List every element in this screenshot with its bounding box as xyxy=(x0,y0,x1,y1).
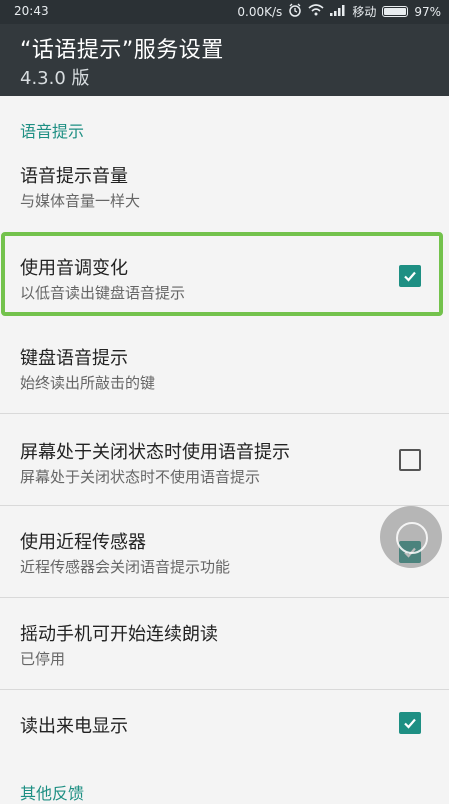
version-subtitle: 4.3.0 版 xyxy=(20,68,90,89)
section-header-voice-hint: 语音提示 xyxy=(20,122,85,141)
pref-label: 键盘语音提示 xyxy=(20,348,128,369)
pref-label: 使用音调变化 xyxy=(20,258,128,279)
pref-voice-volume[interactable]: 语音提示音量 与媒体音量一样大 xyxy=(0,152,449,222)
pref-summary: 已停用 xyxy=(20,650,66,668)
page-title: “话语提示”服务设置 xyxy=(20,38,224,63)
status-time: 20:43 xyxy=(14,4,49,18)
touch-ring-icon xyxy=(396,522,428,554)
pref-pitch-change[interactable]: 使用音调变化 以低音读出键盘语音提示 xyxy=(0,240,449,310)
check-icon xyxy=(404,718,416,729)
pref-summary: 屏幕处于关闭状态时不使用语音提示 xyxy=(20,468,261,486)
pref-keyboard-hint[interactable]: 键盘语音提示 始终读出所敲击的键 xyxy=(0,332,449,412)
status-right: 0.00K/s 移动 97% xyxy=(237,3,441,20)
pref-label: 摇动手机可开始连续朗读 xyxy=(20,624,218,645)
pitch-change-checkbox[interactable] xyxy=(399,265,421,287)
wifi-icon xyxy=(308,4,324,19)
pref-label: 屏幕处于关闭状态时使用语音提示 xyxy=(20,442,290,463)
pref-label: 读出来电显示 xyxy=(20,716,128,737)
battery-icon xyxy=(382,6,409,17)
pref-summary: 以低音读出键盘语音提示 xyxy=(20,284,186,302)
screen-off-checkbox[interactable] xyxy=(399,449,421,471)
battery-percent: 97% xyxy=(414,4,441,19)
pref-caller-id[interactable]: 读出来电显示 xyxy=(0,690,449,760)
pref-shake-to-read[interactable]: 摇动手机可开始连续朗读 已停用 xyxy=(0,598,449,688)
pref-proximity-sensor[interactable]: 使用近程传感器 近程传感器会关闭语音提示功能 xyxy=(0,506,449,596)
net-speed: 0.00K/s xyxy=(237,4,283,19)
caller-id-checkbox[interactable] xyxy=(399,712,421,734)
alarm-icon xyxy=(288,3,302,20)
pref-summary: 始终读出所敲击的键 xyxy=(20,374,156,392)
status-bar: 20:43 0.00K/s 移动 97% xyxy=(0,0,449,24)
pref-summary: 与媒体音量一样大 xyxy=(20,192,141,210)
check-icon xyxy=(404,271,416,282)
pref-label: 语音提示音量 xyxy=(20,166,128,187)
app-bar: “话语提示”服务设置 4.3.0 版 xyxy=(0,24,449,96)
pref-label: 使用近程传感器 xyxy=(20,532,146,553)
signal-icon xyxy=(330,4,346,19)
carrier: 移动 xyxy=(352,5,377,19)
pref-summary: 近程传感器会关闭语音提示功能 xyxy=(20,558,231,576)
touch-indicator xyxy=(380,506,442,568)
section-header-other-feedback: 其他反馈 xyxy=(20,784,85,803)
battery-fill xyxy=(384,8,406,15)
pref-screen-off-hint[interactable]: 屏幕处于关闭状态时使用语音提示 屏幕处于关闭状态时不使用语音提示 xyxy=(0,414,449,504)
